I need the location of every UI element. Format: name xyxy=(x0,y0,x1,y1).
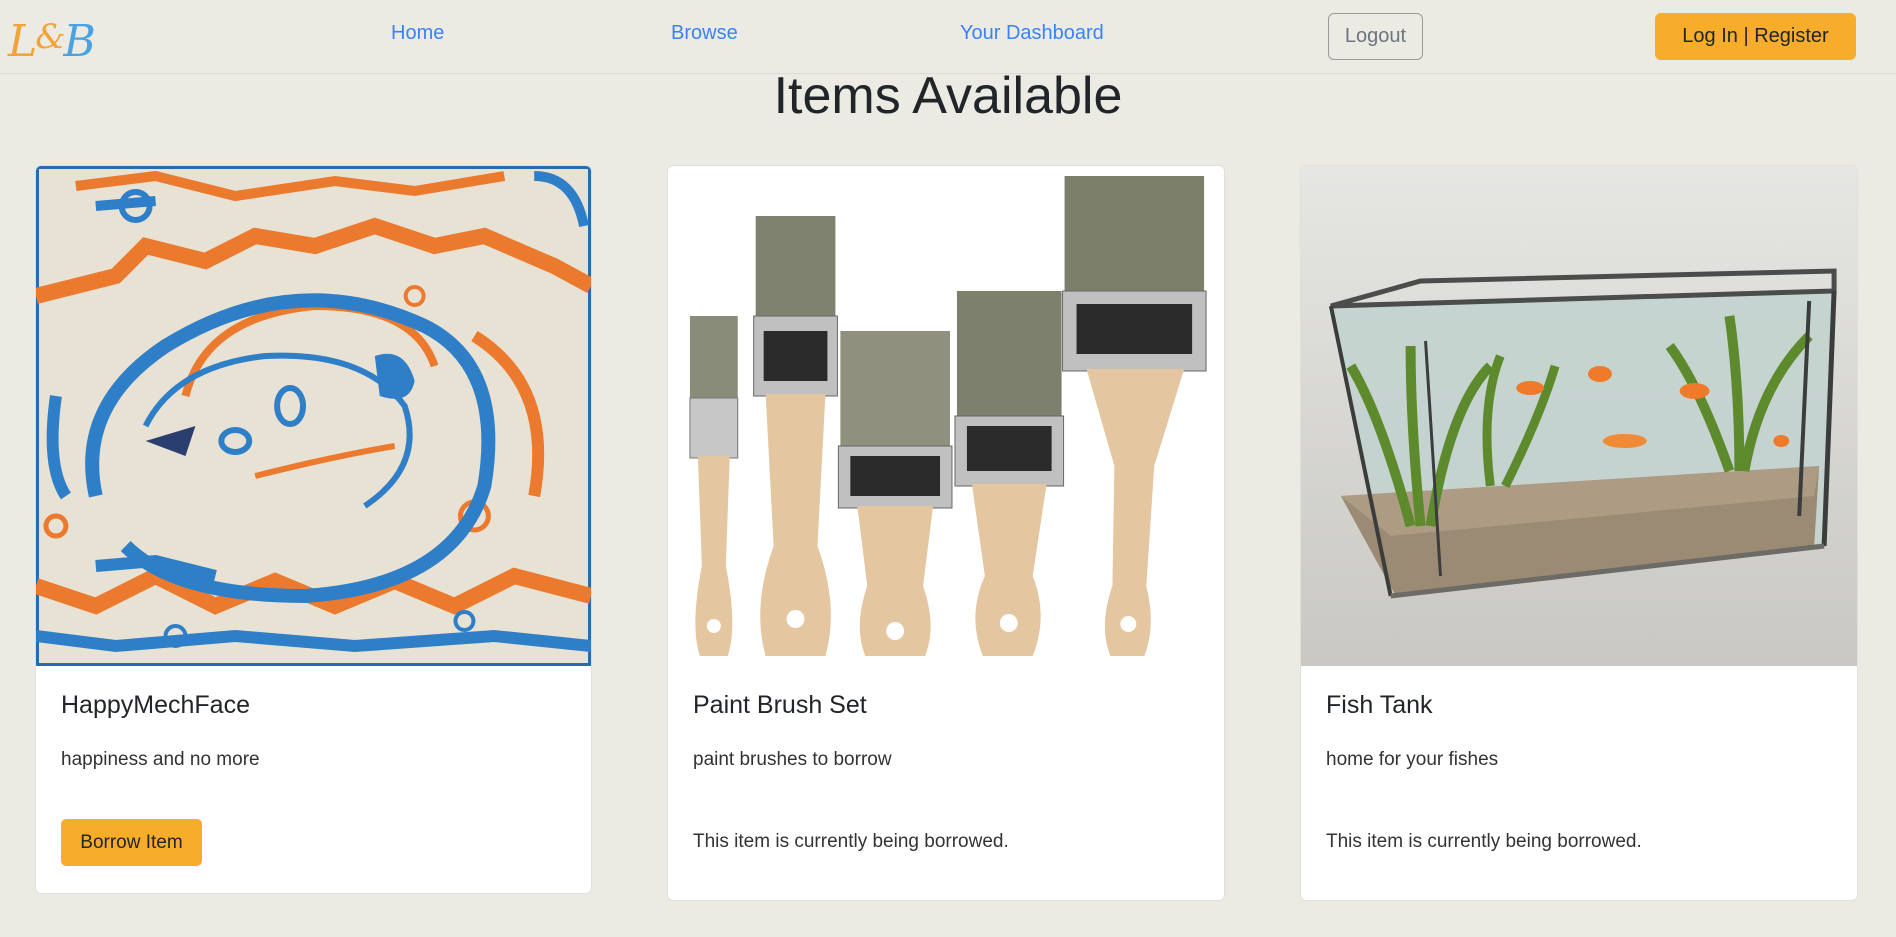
item-title: Paint Brush Set xyxy=(693,691,867,719)
item-title: Fish Tank xyxy=(1326,691,1433,719)
item-image-fish-tank xyxy=(1301,166,1857,666)
fish-tank-image xyxy=(1301,166,1857,666)
page-title: Items Available xyxy=(773,67,1123,125)
nav-link-dashboard[interactable]: Your Dashboard xyxy=(960,22,1104,45)
item-card-fish-tank: Fish Tank home for your fishes This item… xyxy=(1300,165,1858,901)
item-description: home for your fishes xyxy=(1326,749,1499,770)
item-description: happiness and no more xyxy=(61,749,260,770)
nav-link-home[interactable]: Home xyxy=(391,22,444,45)
login-register-button[interactable]: Log In | Register xyxy=(1655,13,1856,60)
item-image-painting xyxy=(36,166,591,666)
paint-brushes-image xyxy=(668,166,1224,666)
nav-link-browse[interactable]: Browse xyxy=(671,22,738,45)
item-status-text: This item is currently being borrowed. xyxy=(1326,831,1642,852)
item-description: paint brushes to borrow xyxy=(693,749,892,770)
brand-logo[interactable]: L&B xyxy=(8,12,138,67)
navbar: L&B Home Browse Your Dashboard Logout Lo… xyxy=(0,0,1896,74)
logout-button[interactable]: Logout xyxy=(1328,13,1423,60)
painting-image xyxy=(36,166,591,666)
borrow-item-button[interactable]: Borrow Item xyxy=(61,819,202,866)
item-card-paint-brush-set: Paint Brush Set paint brushes to borrow … xyxy=(667,165,1225,901)
item-status-text: This item is currently being borrowed. xyxy=(693,831,1009,852)
item-image-paint-brushes xyxy=(668,166,1224,666)
item-card-happymechface: HappyMechFace happiness and no more Borr… xyxy=(35,165,592,894)
item-title: HappyMechFace xyxy=(61,691,250,719)
